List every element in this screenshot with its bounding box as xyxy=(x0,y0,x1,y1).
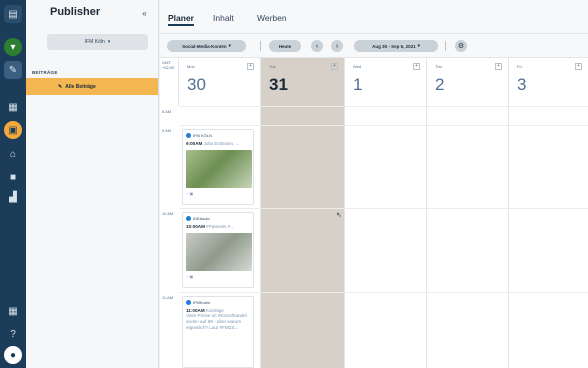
weekday-label: Wed xyxy=(353,64,362,69)
add-post-icon[interactable]: + xyxy=(413,63,420,70)
day-number: 2 xyxy=(435,75,445,94)
left-rail: ▤ ▾ ✎ ▦ ▣ ⌂ ■ ▟ ▦ ? ● xyxy=(0,0,26,368)
settings-gear-icon[interactable]: ⚙ xyxy=(455,40,467,52)
compose-icon[interactable]: ✎ xyxy=(4,61,22,79)
add-post-icon[interactable]: + xyxy=(247,63,254,70)
toolbar-divider xyxy=(445,41,446,51)
grid-icon[interactable]: ▦ xyxy=(4,98,22,116)
date-range-dropdown[interactable]: Aug 30 - Sep 5, 2021 ▾ xyxy=(354,40,438,52)
weekday-label: Mon xyxy=(187,64,195,69)
social-network-icon xyxy=(186,216,191,221)
toolbar-divider xyxy=(260,41,261,51)
social-network-icon xyxy=(186,133,191,138)
post-text: #Patoesin #... xyxy=(204,224,235,229)
time-label: 11 AM xyxy=(162,295,174,300)
profile-name: IFM Köln xyxy=(84,39,105,45)
time-label: 9 AM xyxy=(162,128,172,133)
sidebar-item-all-posts[interactable]: ✎ Alle Beiträge xyxy=(26,78,158,95)
help-icon[interactable]: ? xyxy=(4,325,22,343)
post-time: 9:00AM xyxy=(186,141,203,146)
day-header-tue: Tue 31 + xyxy=(260,58,344,106)
tab-planer[interactable]: Planer xyxy=(168,13,194,26)
day-number: 31 xyxy=(269,75,288,94)
date-range-label: Aug 30 - Sep 5, 2021 xyxy=(372,43,416,49)
section-label: BEITRÄGE xyxy=(32,70,58,75)
next-week-button[interactable]: › xyxy=(331,40,343,52)
prev-week-button[interactable]: ‹ xyxy=(311,40,323,52)
column-divider xyxy=(426,106,427,368)
timezone-label: GMT +02:00 xyxy=(162,60,175,70)
scheduled-post[interactable]: IDEAsolo 10:00AM #Patoesin #... ◔ ▣ xyxy=(182,212,254,288)
post-summary: 10:00AM #Patoesin #... xyxy=(186,224,250,229)
weekday-label: Tue xyxy=(269,64,276,69)
time-label: 10 AM xyxy=(162,211,174,216)
today-button[interactable]: Heute xyxy=(269,40,301,52)
post-stats-icon: ◔ ▣ xyxy=(186,191,194,196)
mouse-cursor-icon: ⇖ xyxy=(336,212,342,219)
add-post-icon[interactable]: + xyxy=(495,63,502,70)
apps-icon[interactable]: ▦ xyxy=(4,302,22,320)
scheduled-post[interactable]: IFM KÖLN 9:00AM Julia Erdmann, ... ◔ ▣ xyxy=(182,129,254,205)
hour-line xyxy=(180,125,588,126)
day-header-wed: Wed 1 + xyxy=(344,58,426,106)
day-number: 1 xyxy=(353,75,363,94)
lock-icon[interactable]: ■ xyxy=(4,168,22,186)
day-header-mon: Mon 30 + xyxy=(178,58,260,106)
hour-line xyxy=(180,292,588,293)
account-name: IFMKoeln xyxy=(193,300,211,305)
post-account: IFMKoeln xyxy=(186,300,250,305)
top-tabs: Planer Inhalt Werben xyxy=(160,0,588,34)
tab-inhalt[interactable]: Inhalt xyxy=(213,13,234,23)
post-text: Julia Erdmann, ... xyxy=(202,141,240,146)
inbox-icon[interactable]: ⌂ xyxy=(4,145,22,163)
day-header-fri: Fri 3 + xyxy=(508,58,588,106)
accounts-label: Social-Media-Konten xyxy=(182,43,227,49)
profile-select[interactable]: IFM Köln ▾ xyxy=(47,34,148,50)
post-summary: 9:00AM Julia Erdmann, ... xyxy=(186,141,250,146)
analytics-icon[interactable]: ▟ xyxy=(4,188,22,206)
edit-icon: ✎ xyxy=(58,83,63,90)
week-calendar: GMT +02:00 Mon 30 + Tue 31 + Wed 1 + Thu… xyxy=(160,58,588,368)
hour-line xyxy=(180,208,588,209)
chevron-down-icon: ▾ xyxy=(107,39,111,45)
add-post-icon[interactable]: + xyxy=(331,63,338,70)
sidebar-item-label: Alle Beiträge xyxy=(65,83,96,90)
day-number: 30 xyxy=(187,75,206,94)
post-stats-icon: ◔ ▣ xyxy=(186,274,194,279)
collapse-sidebar-icon[interactable]: « xyxy=(138,7,151,20)
weekday-label: Thu xyxy=(435,64,442,69)
calendar-icon[interactable]: ▣ xyxy=(4,121,22,139)
publisher-logo-icon[interactable]: ▤ xyxy=(4,5,22,23)
account-name: IDEAsolo xyxy=(193,216,210,221)
sidebar-title: Publisher xyxy=(50,6,101,18)
planner-toolbar: Social-Media-Konten ▾ Heute ‹ › Aug 30 -… xyxy=(160,34,588,58)
accounts-dropdown[interactable]: Social-Media-Konten ▾ xyxy=(167,40,246,52)
green-status-icon[interactable]: ▾ xyxy=(4,38,22,56)
day-header-thu: Thu 2 + xyxy=(426,58,508,106)
chevron-down-icon: ▾ xyxy=(417,43,420,48)
post-account: IDEAsolo xyxy=(186,216,250,221)
post-image xyxy=(186,150,252,188)
column-divider xyxy=(508,106,509,368)
add-post-icon[interactable]: + xyxy=(575,63,582,70)
hour-line xyxy=(180,106,588,107)
post-image xyxy=(186,233,252,271)
account-name: IFM KÖLN xyxy=(193,133,212,138)
tab-werben[interactable]: Werben xyxy=(257,13,287,23)
time-label: 8 AM xyxy=(162,109,172,114)
scheduled-post[interactable]: IFMKoeln 11:00AM Kunstige Viele Preise i… xyxy=(182,296,254,368)
weekday-label: Fri xyxy=(517,64,522,69)
publisher-sidebar: Publisher « IFM Köln ▾ xyxy=(26,0,159,368)
social-network-icon xyxy=(186,300,191,305)
post-body-text: Viele Preise im #Einzelhandel enden auf … xyxy=(186,313,247,330)
column-divider xyxy=(344,106,345,368)
user-icon[interactable]: ● xyxy=(4,346,22,364)
column-divider xyxy=(260,106,261,368)
chevron-down-icon: ▾ xyxy=(228,43,231,48)
post-time: 10:00AM xyxy=(186,224,205,229)
post-account: IFM KÖLN xyxy=(186,133,250,138)
day-number: 3 xyxy=(517,75,527,94)
